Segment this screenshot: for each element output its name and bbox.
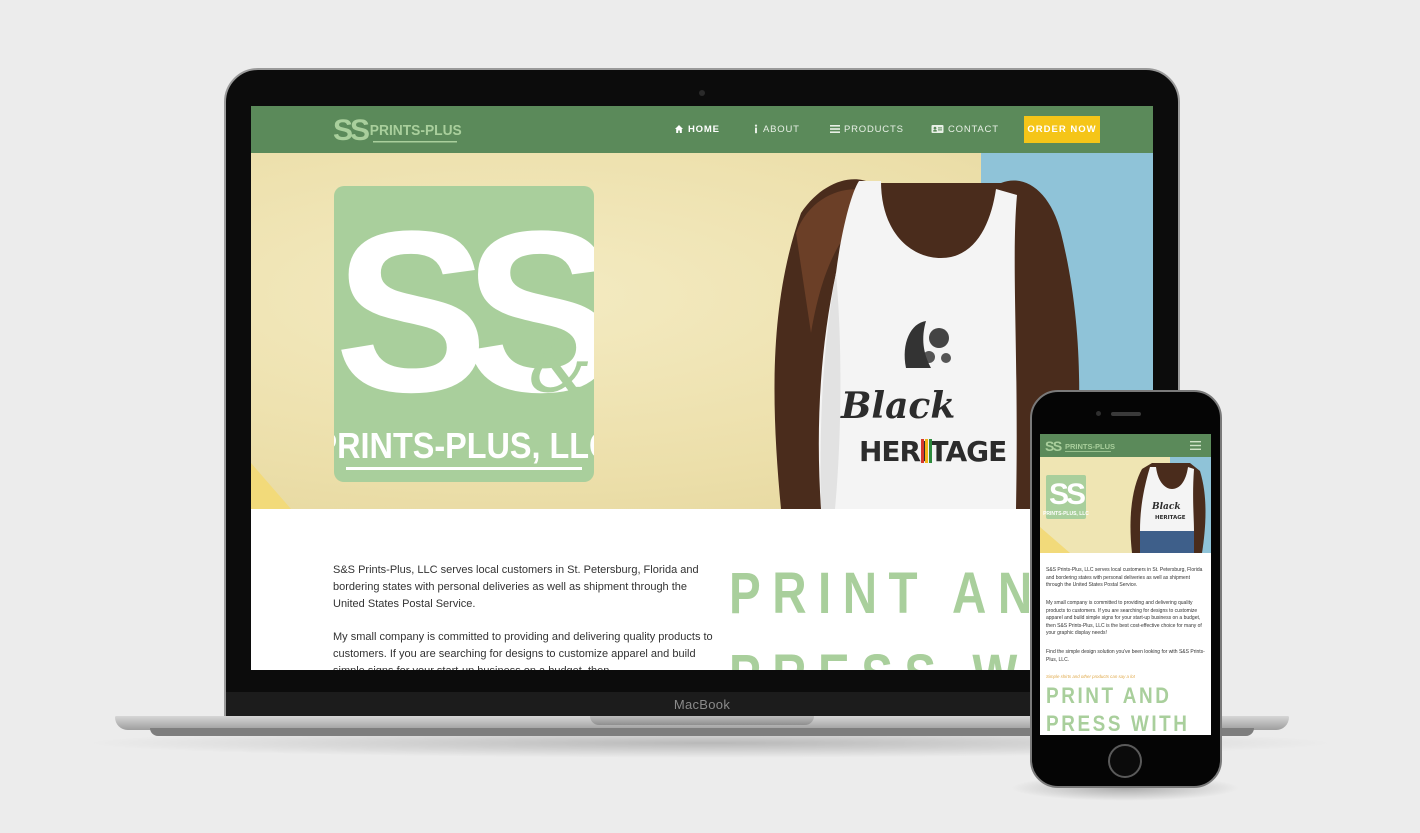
mobile-hero-banner: SS PRINTS-PLUS, LLC Black HERITAGE [1040, 457, 1211, 553]
mobile-navbar: SS PRINTS-PLUS [1040, 434, 1211, 457]
contact-card-icon [931, 125, 944, 133]
mobile-paragraph-1: S&S Prints-Plus, LLC serves local custom… [1046, 567, 1203, 589]
mobile-heading-line-2: PRESS WITH [1046, 711, 1190, 735]
mobile-paragraph-3: Find the simple design solution you've b… [1046, 649, 1205, 663]
mobile-paragraph-2: My small company is committed to providi… [1046, 600, 1202, 637]
shirt-graphic-line1: Black [840, 385, 955, 427]
about-paragraph-1: S&S Prints-Plus, LLC serves local custom… [333, 564, 699, 610]
nav-home[interactable]: HOME [674, 122, 720, 136]
mobile-logo-monogram: SS [1045, 438, 1062, 454]
about-paragraph-2: My small company is committed to providi… [333, 631, 713, 670]
nav-contact[interactable]: CONTACT [931, 122, 999, 136]
nav-about[interactable]: ABOUT [753, 122, 800, 136]
laptop-notch [590, 716, 814, 725]
logo-underline [373, 141, 457, 143]
mobile-hero-name: PRINTS-PLUS, LLC [1043, 511, 1089, 517]
nav-home-label: HOME [688, 123, 720, 135]
logo-monogram: SS [333, 114, 369, 147]
phone-camera [1096, 411, 1101, 416]
mobile-heading-line-1: PRINT AND [1046, 683, 1172, 708]
mobile-print-and-press-heading: PRINT AND PRESS WITH [1046, 682, 1211, 735]
shirt-graphic-line2: HERITAGE [859, 435, 1006, 468]
mobile-site-logo[interactable]: SS PRINTS-PLUS [1045, 438, 1115, 454]
hero-banner: SS & PRINTS-PLUS, LLC Black HERITAGE [251, 153, 1153, 509]
site-logo[interactable]: SS PRINTS-PLUS [333, 112, 463, 148]
laptop-camera [699, 90, 705, 96]
mobile-tagline: Simple shirts and other products can say… [1046, 674, 1135, 679]
order-now-button[interactable]: ORDER NOW [1024, 116, 1100, 143]
nav-about-label: ABOUT [763, 123, 800, 135]
laptop-screen: SS PRINTS-PLUS HOME ABOUT PRODUCTS CONTA… [251, 106, 1153, 670]
hero-logo: SS & PRINTS-PLUS, LLC [334, 186, 594, 482]
mobile-hero-monogram: SS [1049, 478, 1085, 511]
nav-products-label: PRODUCTS [844, 123, 904, 135]
hero-logo-name: PRINTS-PLUS, LLC [334, 426, 594, 466]
mobile-shirt-line2: HERITAGE [1155, 515, 1186, 521]
hero-corner-decoration [251, 463, 291, 509]
site-navbar: SS PRINTS-PLUS HOME ABOUT PRODUCTS CONTA… [251, 106, 1153, 153]
mobile-shirt-line1: Black [1151, 502, 1181, 512]
nav-products[interactable]: PRODUCTS [830, 122, 904, 136]
mobile-hero-artwork: SS PRINTS-PLUS, LLC Black HERITAGE [1040, 463, 1206, 553]
about-section: S&S Prints-Plus, LLC serves local custom… [251, 509, 1153, 670]
home-icon [675, 125, 683, 133]
phone-home-button [1108, 744, 1142, 778]
hamburger-menu-icon[interactable] [1190, 441, 1201, 450]
info-icon [754, 124, 758, 134]
logo-wordmark: PRINTS-PLUS [370, 123, 462, 140]
hero-logo-ampersand: & [529, 326, 591, 408]
list-icon [830, 125, 840, 133]
mobile-logo-wordmark: PRINTS-PLUS [1065, 442, 1115, 451]
nav-contact-label: CONTACT [948, 123, 999, 135]
phone-speaker [1111, 412, 1141, 416]
phone-screen: SS PRINTS-PLUS SS PRINTS-PLUS, LLC Black… [1040, 434, 1211, 735]
